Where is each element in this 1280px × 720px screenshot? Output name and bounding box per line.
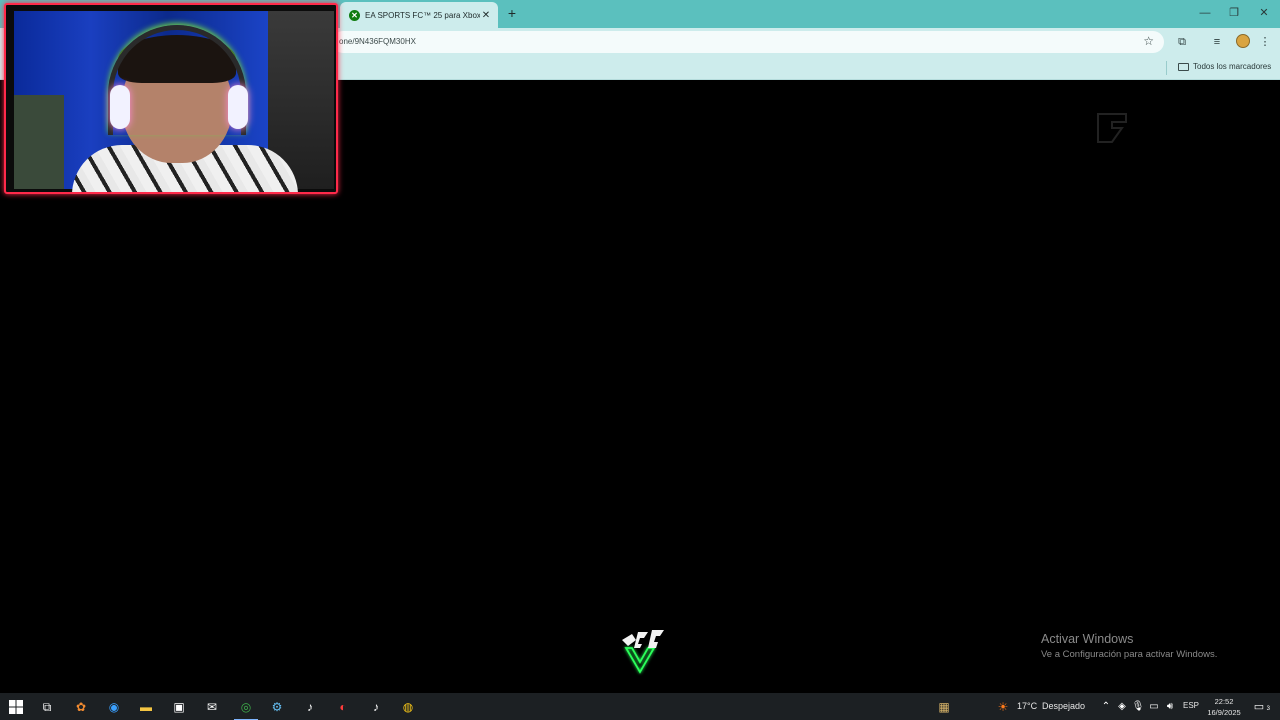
new-tab-button[interactable]: +	[505, 5, 519, 21]
store-icon[interactable]: ▣	[170, 698, 188, 716]
webcam-shelf	[14, 95, 64, 189]
webcam-left-earcup	[110, 85, 130, 129]
mail-icon[interactable]: ✉	[203, 698, 221, 716]
faint-fc-logo-icon	[1097, 113, 1127, 143]
copilot-icon[interactable]: ✿	[72, 698, 90, 716]
clock-date: 16/9/2025	[1207, 708, 1241, 717]
task-view-icon[interactable]: ⧉	[38, 698, 56, 716]
menu-dots-icon[interactable]: ⋮	[1257, 34, 1273, 50]
webcam-right-earcup	[228, 85, 248, 129]
xbox-icon: ✕	[349, 9, 360, 21]
chrome-icon[interactable]: ◎	[234, 698, 258, 720]
watermark-title: Activar Windows	[1041, 632, 1134, 646]
tiktok-live-icon[interactable]: ♪	[367, 698, 385, 716]
extensions-icon[interactable]: ⧉	[1174, 34, 1190, 50]
restore-button[interactable]: ❐	[1219, 4, 1249, 22]
bookmarks-separator	[1166, 61, 1167, 75]
clipboard-app-icon[interactable]: ▦	[935, 698, 953, 716]
volume-icon[interactable]: 🔊︎	[1161, 698, 1179, 716]
edge-icon[interactable]: ◉	[105, 698, 123, 716]
file-explorer-icon[interactable]: ▬	[137, 698, 155, 716]
ea-fc-logo-icon	[622, 630, 664, 674]
webcam-overlay	[4, 3, 338, 194]
activate-windows-watermark: Activar Windows Ve a Configuración para …	[1041, 632, 1217, 660]
watermark-subtitle: Ve a Configuración para activar Windows.	[1041, 649, 1218, 660]
profile-avatar[interactable]	[1236, 34, 1250, 48]
notification-center-icon[interactable]: ▭ 3	[1250, 698, 1270, 716]
start-button[interactable]	[7, 698, 25, 716]
weather-description[interactable]: Despejado	[1042, 701, 1085, 711]
url-text: one/9N436FQM30HX	[339, 37, 416, 46]
clock-time: 22:52	[1214, 697, 1234, 706]
bookmark-star-icon[interactable]: ☆	[1143, 34, 1154, 48]
obs-icon[interactable]: ◐	[334, 698, 352, 716]
minimize-button[interactable]: —	[1190, 4, 1220, 22]
tab-ea-sports-fc[interactable]: ✕ EA SPORTS FC™ 25 para Xbox One ✕	[340, 2, 498, 28]
media-controls-icon[interactable]: ≡	[1209, 34, 1225, 50]
tab-title: EA SPORTS FC™ 25 para Xbox One	[365, 10, 480, 20]
screen: ✕ EA SPORTS FC™ 25 para Xbox One ✕ + — ❐…	[0, 0, 1280, 720]
tiktok-icon[interactable]: ♪	[301, 698, 319, 716]
close-tab-icon[interactable]: ✕	[480, 10, 492, 21]
address-bar[interactable]: one/9N436FQM30HX ☆	[332, 31, 1164, 53]
folder-icon[interactable]	[1178, 63, 1189, 71]
notification-count: 3	[1266, 706, 1270, 712]
steam-icon[interactable]: ⚙	[268, 698, 286, 716]
language-indicator[interactable]: ESP	[1183, 701, 1199, 710]
app-yellow-icon[interactable]: ◍	[399, 698, 417, 716]
clock[interactable]: 22:52 16/9/2025	[1204, 696, 1244, 718]
weather-icon[interactable]: ☀	[994, 698, 1012, 716]
weather-temperature[interactable]: 17°C	[1017, 701, 1037, 711]
windows-icon	[9, 700, 23, 714]
all-bookmarks-link[interactable]: Todos los marcadores	[1193, 62, 1271, 71]
windows-taskbar: ⧉ ✿ ◉ ▬ ▣ ✉ ◎ ⚙ ♪ ◐ ♪ ◍ ▦ ☀ 17°C Despeja…	[0, 693, 1280, 720]
close-window-button[interactable]: ✕	[1249, 4, 1279, 22]
